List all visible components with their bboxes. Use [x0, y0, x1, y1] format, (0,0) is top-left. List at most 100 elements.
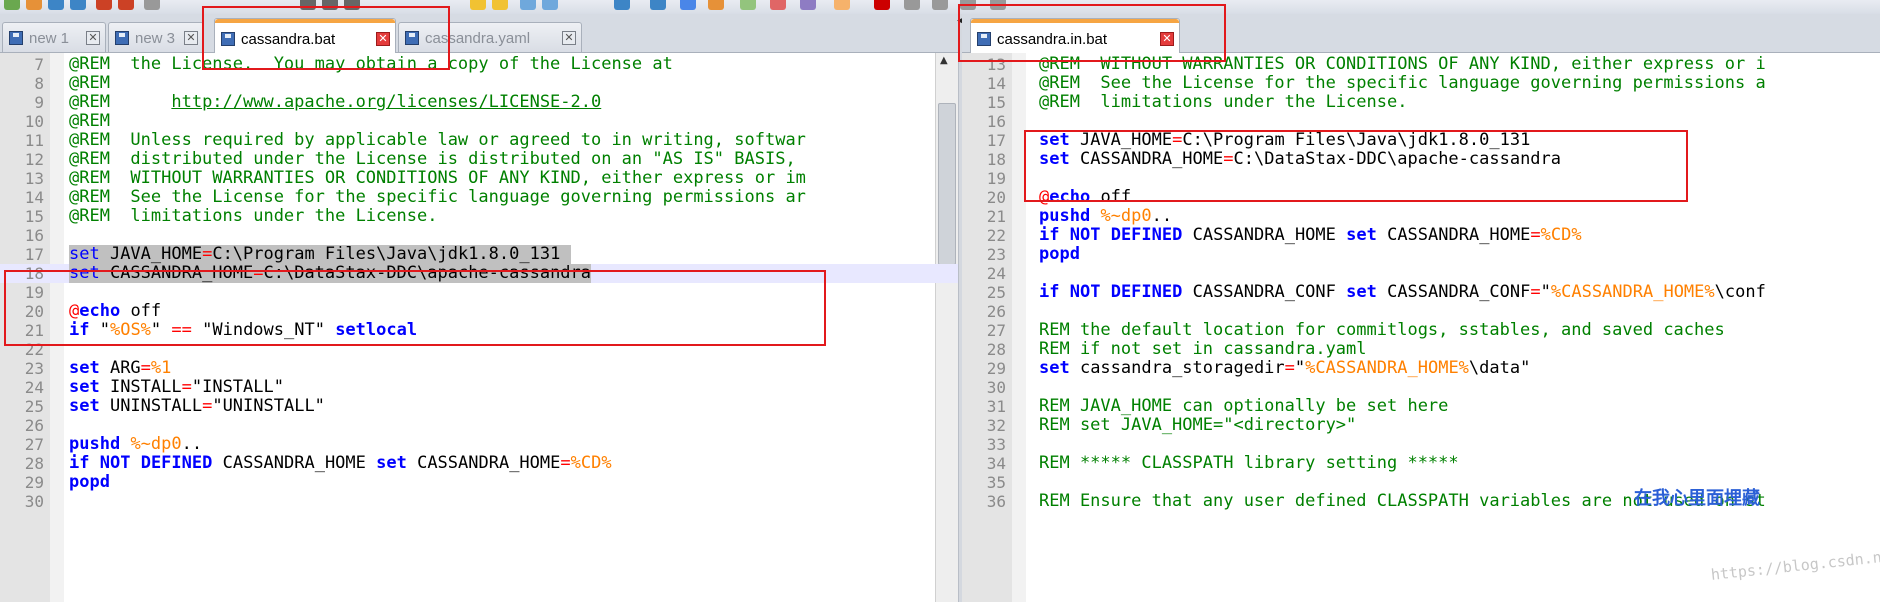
code-token: set [69, 244, 100, 264]
sync-scroll-icon[interactable] [614, 0, 630, 10]
tab-cassandra-yaml[interactable]: cassandra.yaml ✕ [398, 22, 582, 52]
code-line[interactable]: 12 @REM distributed under the License is … [0, 150, 958, 170]
code-token: .. [181, 434, 203, 454]
replace-icon[interactable] [492, 0, 508, 10]
code-line[interactable]: 15 @REM limitations under the License. [962, 93, 1880, 113]
code-token: %OS% [109, 320, 151, 340]
code-line[interactable]: 27 pushd %~dp0.. [0, 434, 958, 455]
word-wrap-icon[interactable] [650, 0, 666, 10]
left-code-editor[interactable]: ▲ 7 @REM the License. You may obtain a co… [0, 53, 958, 602]
zoom-out-icon[interactable] [542, 0, 558, 10]
code-line[interactable]: 21 if "%OS%" == "Windows_NT" setlocal [0, 320, 958, 341]
code-line[interactable]: 20 @echo off [962, 188, 1880, 208]
close-all-icon[interactable] [118, 0, 134, 10]
code-line[interactable]: 11 @REM Unless required by applicable law… [0, 131, 958, 151]
code-line[interactable]: 27 REM the default location for commitlog… [962, 320, 1880, 341]
cut-icon[interactable] [300, 0, 316, 10]
close-icon[interactable]: ✕ [562, 31, 576, 45]
code-line[interactable]: 24 [962, 264, 1880, 283]
code-line[interactable]: 17 set JAVA_HOME=C:\Program Files\Java\jd… [0, 245, 958, 264]
code-line[interactable]: 33 [962, 435, 1880, 454]
code-line[interactable]: 26 [962, 302, 1880, 321]
code-token: @REM [69, 111, 110, 131]
code-line[interactable]: 18 set CASSANDRA_HOME=C:\DataStax-DDC\apa… [0, 264, 958, 283]
save-macro-icon[interactable] [990, 0, 1006, 10]
code-token: REM the default location for commitlogs,… [1039, 320, 1725, 340]
code-line[interactable]: 23 popd [962, 245, 1880, 265]
tab-cassandra-bat[interactable]: cassandra.bat ✕ [214, 18, 396, 53]
close-file-icon[interactable] [96, 0, 112, 10]
run-macro-icon[interactable] [960, 0, 976, 10]
left-tab-bar: new 1 ✕ new 3 ✕ cassandra.bat ✕ cassandr… [0, 14, 958, 53]
code-line[interactable]: 18 set CASSANDRA_HOME=C:\DataStax-DDC\apa… [962, 150, 1880, 170]
user-language-icon[interactable] [740, 0, 756, 10]
code-line[interactable]: 20 @echo off [0, 302, 958, 322]
code-line[interactable]: 26 [0, 416, 958, 435]
code-line[interactable]: 25 if NOT DEFINED CASSANDRA_CONF set CASS… [962, 283, 1880, 303]
code-line[interactable]: 19 [0, 283, 958, 302]
code-line[interactable]: 16 [962, 112, 1880, 131]
right-code-editor[interactable]: 13 @REM WITHOUT WARRANTIES OR CONDITIONS … [962, 53, 1880, 602]
print-icon[interactable] [144, 0, 160, 10]
line-number: 32 [986, 416, 1006, 435]
code-line[interactable]: 16 [0, 226, 958, 245]
code-line[interactable]: 13 @REM WITHOUT WARRANTIES OR CONDITIONS … [962, 55, 1880, 75]
code-line[interactable]: 19 [962, 169, 1880, 188]
code-line[interactable]: 15 @REM limitations under the License. [0, 207, 958, 227]
line-number: 9 [34, 93, 44, 112]
code-line[interactable]: 30 [0, 492, 958, 511]
code-line[interactable]: 24 set INSTALL="INSTALL" [0, 377, 958, 398]
code-line[interactable]: 14 @REM See the License for the specific … [962, 74, 1880, 94]
show-all-chars-icon[interactable] [680, 0, 696, 10]
code-token: "INSTALL" [191, 377, 284, 397]
indent-guide-icon[interactable] [708, 0, 724, 10]
tab-cassandra-in-bat[interactable]: cassandra.in.bat ✕ [970, 18, 1180, 53]
record-macro-icon[interactable] [874, 0, 890, 10]
doc-map-icon[interactable] [770, 0, 786, 10]
code-line[interactable]: 14 @REM See the License for the specific … [0, 188, 958, 208]
open-file-icon[interactable] [26, 0, 42, 10]
new-file-icon[interactable] [4, 0, 20, 10]
save-all-icon[interactable] [70, 0, 86, 10]
code-line[interactable]: 28 if NOT DEFINED CASSANDRA_HOME set CASS… [0, 453, 958, 474]
code-line[interactable]: 32 REM set JAVA_HOME="<directory>" [962, 416, 1880, 436]
code-line[interactable]: 7 @REM the License. You may obtain a copy… [0, 55, 958, 75]
code-line[interactable]: 23 set ARG=%1 [0, 358, 958, 379]
code-line[interactable]: 22 [0, 340, 958, 359]
find-icon[interactable] [470, 0, 486, 10]
stop-macro-icon[interactable] [904, 0, 920, 10]
code-token[interactable]: http://www.apache.org/licenses/LICENSE-2… [171, 92, 601, 112]
code-line[interactable]: 21 pushd %~dp0.. [962, 207, 1880, 227]
code-line[interactable]: 29 set cassandra_storagedir="%CASSANDRA_H… [962, 359, 1880, 379]
close-icon[interactable]: ✕ [376, 32, 390, 46]
close-icon[interactable]: ✕ [184, 31, 198, 45]
tab-new-3[interactable]: new 3 ✕ [108, 22, 204, 52]
code-line[interactable]: 17 set JAVA_HOME=C:\Program Files\Java\jd… [962, 131, 1880, 151]
paste-icon[interactable] [344, 0, 360, 10]
code-line[interactable]: 29 popd [0, 473, 958, 493]
save-icon[interactable] [48, 0, 64, 10]
code-text: @REM WITHOUT WARRANTIES OR CONDITIONS OF… [1039, 55, 1766, 74]
code-line[interactable]: 10 @REM [0, 111, 958, 132]
code-line[interactable]: 8 @REM [0, 74, 958, 94]
play-macro-icon[interactable] [932, 0, 948, 10]
code-line[interactable]: 13 @REM WITHOUT WARRANTIES OR CONDITIONS … [0, 169, 958, 189]
code-token: = [140, 358, 151, 378]
monitor-icon[interactable] [834, 0, 850, 10]
close-icon[interactable]: ✕ [1160, 32, 1174, 46]
close-icon[interactable]: ✕ [86, 31, 100, 45]
code-line[interactable]: 25 set UNINSTALL="UNINSTALL" [0, 397, 958, 417]
tab-new-1[interactable]: new 1 ✕ [2, 22, 106, 52]
code-line[interactable]: 28 REM if not set in cassandra.yaml [962, 340, 1880, 360]
code-line[interactable]: 22 if NOT DEFINED CASSANDRA_HOME set CASS… [962, 225, 1880, 246]
code-token: CASSANDRA_HOME [1376, 225, 1531, 245]
copy-icon[interactable] [322, 0, 338, 10]
code-line[interactable]: 34 REM ***** CLASSPATH library setting **… [962, 454, 1880, 474]
zoom-in-icon[interactable] [520, 0, 536, 10]
code-line[interactable]: 9 @REM http://www.apache.org/licenses/LIC… [0, 92, 958, 113]
function-list-icon[interactable] [800, 0, 816, 10]
line-number: 30 [24, 492, 44, 511]
code-line[interactable]: 31 REM JAVA_HOME can optionally be set he… [962, 397, 1880, 417]
code-line[interactable]: 30 [962, 378, 1880, 397]
